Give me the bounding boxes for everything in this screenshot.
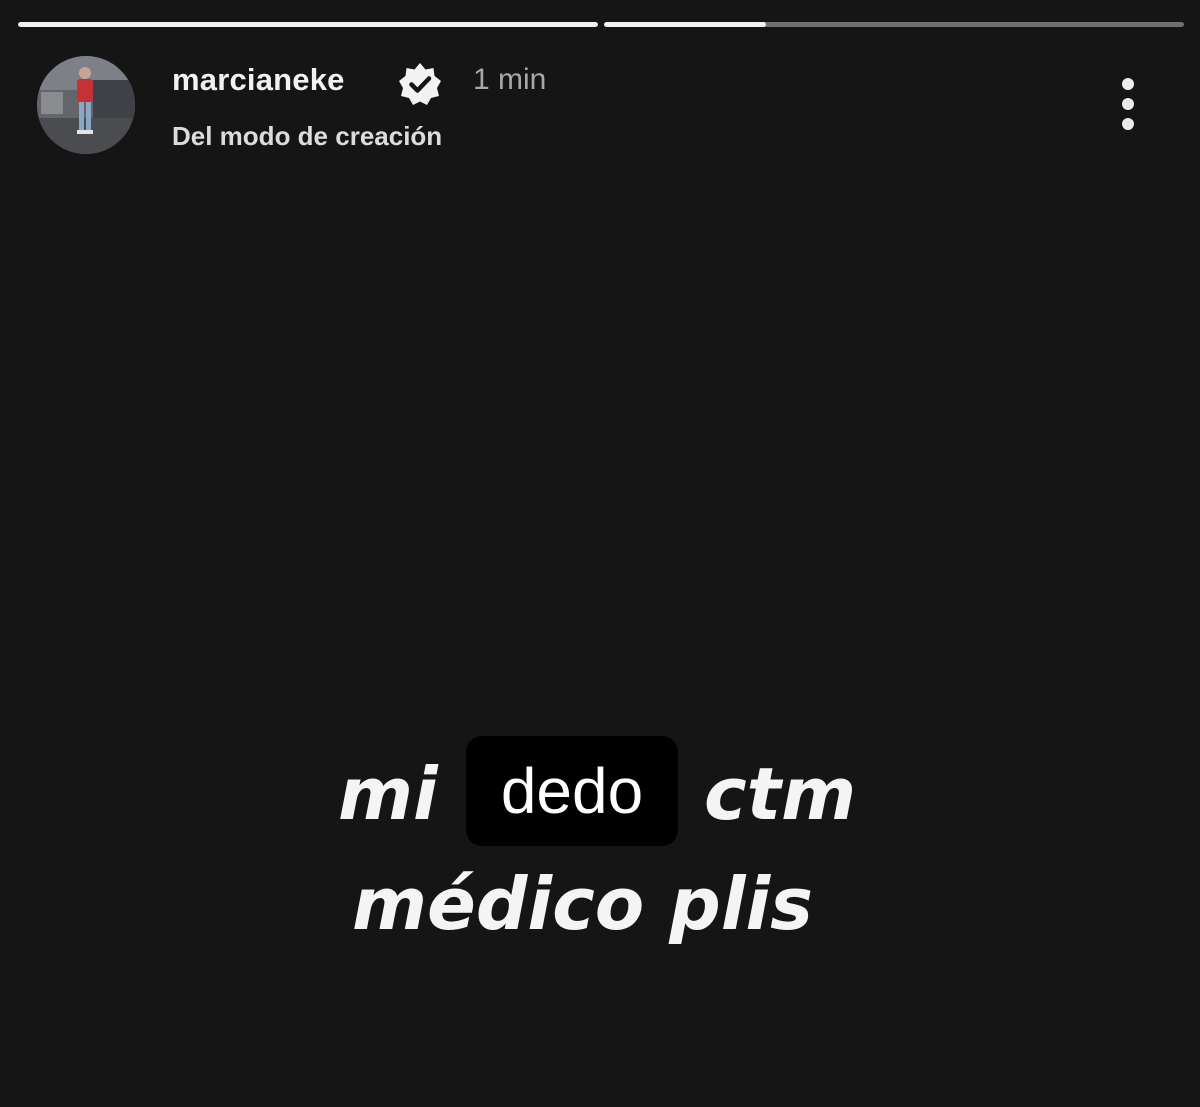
text-sticker[interactable]: dedo bbox=[466, 736, 678, 846]
username[interactable]: marcianeke bbox=[172, 62, 345, 98]
more-options-icon-dot bbox=[1122, 118, 1134, 130]
story-text-word: ctm bbox=[704, 752, 857, 836]
more-options-button[interactable] bbox=[1108, 72, 1150, 134]
more-options-icon bbox=[1122, 78, 1134, 90]
avatar[interactable] bbox=[37, 56, 135, 154]
story-text-word: médico plis bbox=[352, 862, 814, 946]
story-text-word: mi bbox=[338, 752, 438, 836]
story-source-label: Del modo de creación bbox=[172, 121, 443, 151]
more-options-icon-dot bbox=[1122, 98, 1134, 110]
story-viewer[interactable]: marcianeke 1 min Del modo de creación mi… bbox=[0, 0, 1200, 1107]
story-progress-bar-2 bbox=[604, 22, 1184, 27]
story-progress-bar-1 bbox=[18, 22, 598, 27]
avatar-photo bbox=[37, 56, 135, 154]
story-progress-fill-2 bbox=[604, 22, 767, 27]
story-progress-fill-1 bbox=[18, 22, 598, 27]
timestamp: 1 min bbox=[473, 63, 547, 96]
verified-badge-icon bbox=[399, 63, 441, 105]
